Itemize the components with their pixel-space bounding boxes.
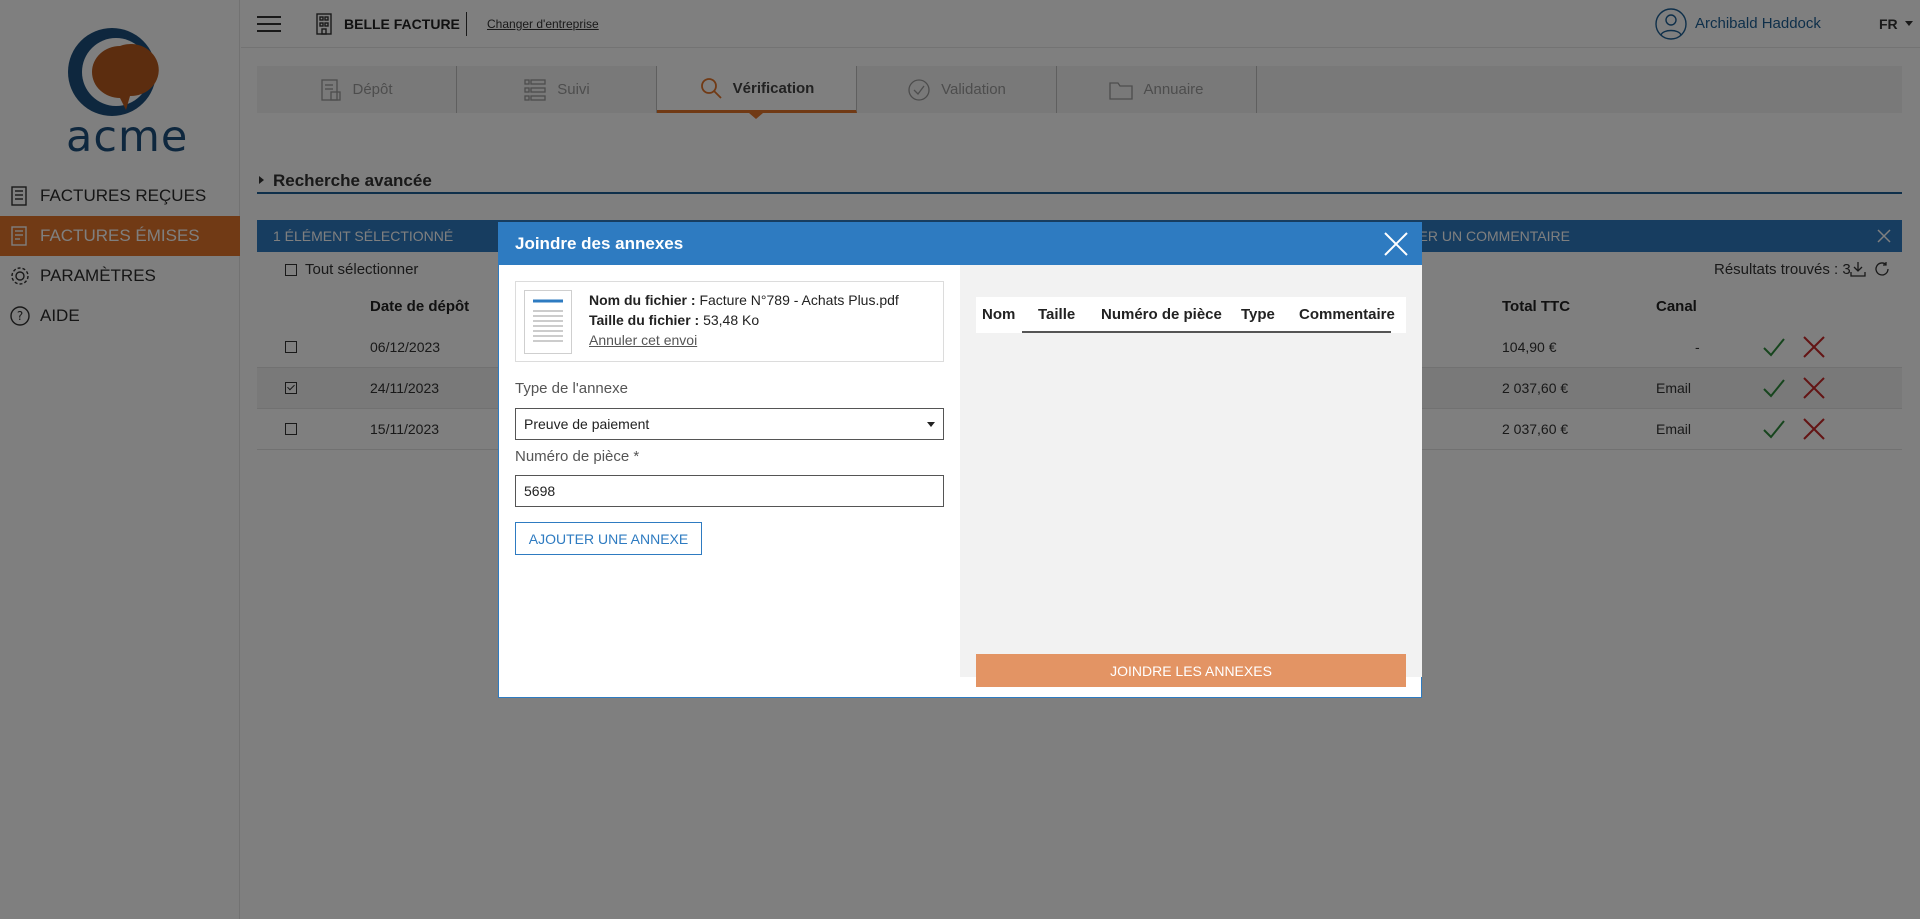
dialog-header: Joindre des annexes <box>499 223 1421 265</box>
file-name: Facture N°789 - Achats Plus.pdf <box>699 292 899 308</box>
piece-number-label: Numéro de pièce * <box>515 448 640 465</box>
cancel-upload-link[interactable]: Annuler cet envoi <box>589 332 697 348</box>
header-underline <box>1022 331 1391 333</box>
join-annexes-button[interactable]: JOINDRE LES ANNEXES <box>976 654 1406 687</box>
file-info: Nom du fichier : Facture N°789 - Achats … <box>589 290 899 350</box>
attach-annexes-dialog: Joindre des annexes Nom du fichier : Fac… <box>498 222 1422 698</box>
chevron-down-icon <box>927 422 935 427</box>
file-size: 53,48 Ko <box>703 312 760 328</box>
annex-col-comment: Commentaire <box>1299 306 1395 323</box>
annex-type-select[interactable]: Preuve de paiement <box>515 408 944 440</box>
file-card: Nom du fichier : Facture N°789 - Achats … <box>515 281 944 362</box>
document-icon <box>524 290 572 354</box>
file-name-label: Nom du fichier : <box>589 292 696 308</box>
annex-col-type: Type <box>1241 306 1275 323</box>
annex-type-label: Type de l'annexe <box>515 380 628 397</box>
dialog-title: Joindre des annexes <box>515 234 684 253</box>
piece-number-input[interactable]: 5698 <box>515 475 944 507</box>
annex-type-value: Preuve de paiement <box>524 416 650 432</box>
annex-col-name: Nom <box>982 306 1016 323</box>
file-size-label: Taille du fichier : <box>589 312 700 328</box>
annex-col-piece: Numéro de pièce <box>1101 306 1222 323</box>
annex-list-panel: Nom Taille Numéro de pièce Type Commenta… <box>960 265 1422 687</box>
add-annex-button[interactable]: AJOUTER UNE ANNEXE <box>515 522 702 555</box>
close-icon[interactable] <box>1383 231 1409 261</box>
annex-table-header: Nom Taille Numéro de pièce Type Commenta… <box>976 297 1406 333</box>
annex-col-size: Taille <box>1038 306 1076 323</box>
